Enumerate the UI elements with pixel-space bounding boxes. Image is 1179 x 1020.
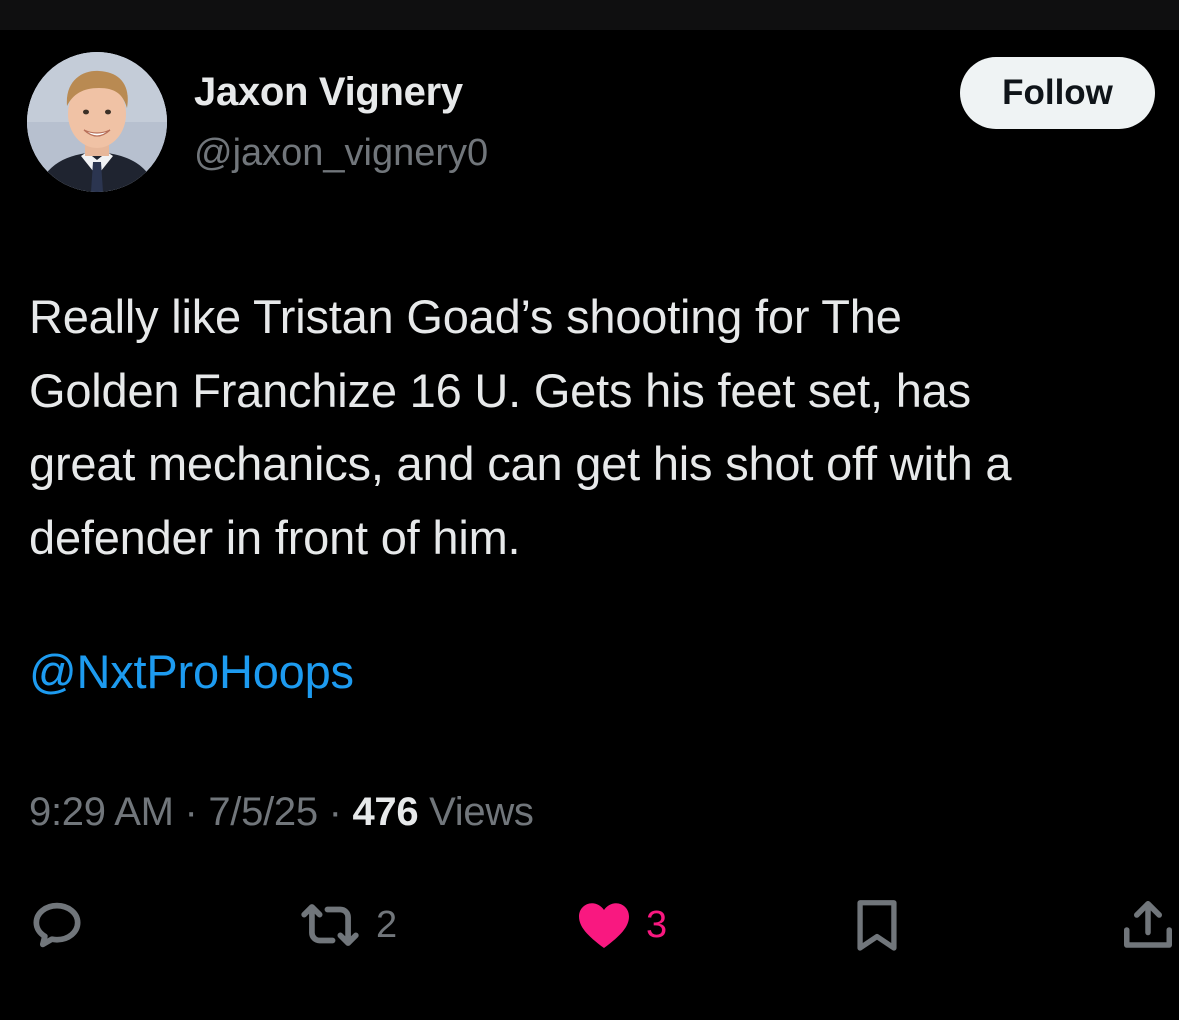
like-button[interactable]: 3 [574,890,667,960]
avatar-image [27,52,167,192]
heart-icon [579,903,629,948]
retweet-count: 2 [376,903,398,946]
meta-separator: · [328,790,342,834]
meta-separator: · [184,790,198,834]
avatar[interactable] [27,52,167,192]
tweet-meta: 9:29 AM · 7/5/25 · 476 Views [29,790,534,835]
bookmark-icon [857,900,897,951]
mention-link[interactable]: @NxtProHoops [29,644,354,699]
action-bar: 2 3 [0,880,1179,970]
views-count: 476 [352,790,419,834]
follow-button[interactable]: Follow [960,57,1155,129]
retweet-button[interactable]: 2 [296,890,397,960]
tweet-time: 9:29 AM [29,790,174,834]
tweet-date: 7/5/25 [208,790,318,834]
bookmark-button[interactable] [848,890,906,960]
tweet-text: Really like Tristan Goad’s shooting for … [29,290,1012,564]
reply-button[interactable] [26,890,88,960]
author-handle[interactable]: @jaxon_vignery0 [194,132,488,175]
views-label: Views [429,790,534,834]
tweet-header: Jaxon Vignery @jaxon_vignery0 Follow [0,0,1179,200]
share-button[interactable] [1118,890,1178,960]
share-icon [1124,901,1172,948]
reply-icon [33,902,81,948]
author-name[interactable]: Jaxon Vignery [194,70,463,115]
retweet-icon [301,904,359,946]
like-count: 3 [646,903,668,946]
